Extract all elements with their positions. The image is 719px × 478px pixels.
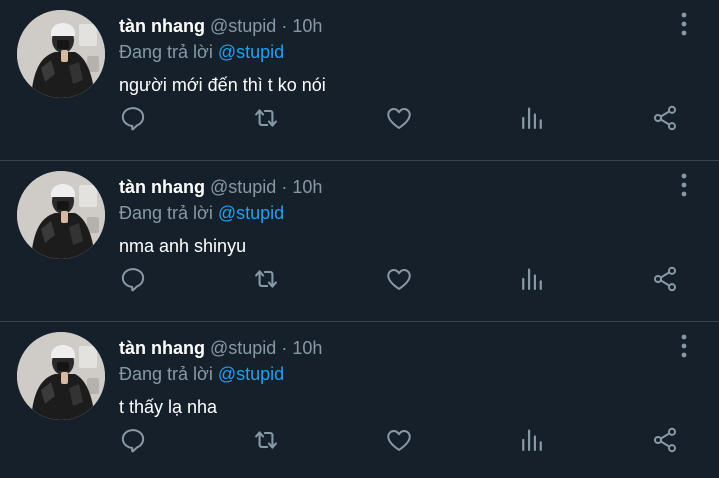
share-icon xyxy=(653,105,677,131)
separator: · xyxy=(281,177,288,197)
more-vertical-icon xyxy=(681,12,687,36)
more-vertical-icon xyxy=(681,334,687,358)
reply-mention-link[interactable]: @stupid xyxy=(218,364,284,384)
tweet-text: người mới đến thì t ko nói xyxy=(119,75,326,95)
reply-prefix: Đang trả lời xyxy=(119,364,213,384)
analytics-button[interactable] xyxy=(517,425,547,455)
more-button[interactable] xyxy=(672,10,696,38)
timestamp[interactable]: 10h xyxy=(292,177,322,197)
avatar-photo xyxy=(17,171,105,259)
reply-context: Đang trả lời @stupid xyxy=(119,41,284,63)
more-vertical-icon xyxy=(681,173,687,197)
share-button[interactable] xyxy=(650,425,680,455)
user-handle[interactable]: @stupid xyxy=(210,177,276,197)
reply-prefix: Đang trả lời xyxy=(119,42,213,62)
heart-icon xyxy=(387,430,411,451)
retweet-icon xyxy=(255,431,277,449)
analytics-icon xyxy=(522,429,542,452)
display-name[interactable]: tàn nhang xyxy=(119,177,205,197)
reply-mention-link[interactable]: @stupid xyxy=(218,42,284,62)
more-button[interactable] xyxy=(672,332,696,360)
retweet-button[interactable] xyxy=(251,264,281,294)
tweet[interactable]: tàn nhang @stupid · 10h Đang trả lời @st… xyxy=(0,161,719,322)
share-icon xyxy=(653,427,677,453)
tweet-header: tàn nhang @stupid · 10h xyxy=(119,176,322,198)
timestamp[interactable]: 10h xyxy=(292,16,322,36)
avatar[interactable] xyxy=(17,332,105,420)
heart-icon xyxy=(387,269,411,290)
share-button[interactable] xyxy=(650,103,680,133)
avatar-photo xyxy=(17,332,105,420)
heart-icon xyxy=(387,108,411,129)
like-button[interactable] xyxy=(384,264,414,294)
share-icon xyxy=(653,266,677,292)
like-button[interactable] xyxy=(384,103,414,133)
comment-icon xyxy=(121,429,145,453)
more-button[interactable] xyxy=(672,171,696,199)
analytics-button[interactable] xyxy=(517,103,547,133)
reply-prefix: Đang trả lời xyxy=(119,203,213,223)
tweet[interactable]: tàn nhang @stupid · 10h Đang trả lời @st… xyxy=(0,322,719,478)
timestamp[interactable]: 10h xyxy=(292,338,322,358)
retweet-button[interactable] xyxy=(251,425,281,455)
analytics-button[interactable] xyxy=(517,264,547,294)
separator: · xyxy=(281,338,288,358)
tweet-text: t thấy lạ nha xyxy=(119,397,218,417)
comment-icon xyxy=(121,107,145,131)
reply-button[interactable] xyxy=(118,264,148,294)
retweet-icon xyxy=(255,270,277,288)
reply-context: Đang trả lời @stupid xyxy=(119,202,284,224)
display-name[interactable]: tàn nhang xyxy=(119,16,205,36)
analytics-icon xyxy=(522,268,542,291)
reply-context: Đang trả lời @stupid xyxy=(119,363,284,385)
tweet-header: tàn nhang @stupid · 10h xyxy=(119,15,322,37)
separator: · xyxy=(281,16,288,36)
retweet-icon xyxy=(255,109,277,127)
avatar-photo xyxy=(17,10,105,98)
display-name[interactable]: tàn nhang xyxy=(119,338,205,358)
tweet[interactable]: tàn nhang @stupid · 10h Đang trả lời @st… xyxy=(0,0,719,161)
user-handle[interactable]: @stupid xyxy=(210,16,276,36)
comment-icon xyxy=(121,268,145,292)
retweet-button[interactable] xyxy=(251,103,281,133)
user-handle[interactable]: @stupid xyxy=(210,338,276,358)
reply-button[interactable] xyxy=(118,425,148,455)
reply-button[interactable] xyxy=(118,103,148,133)
like-button[interactable] xyxy=(384,425,414,455)
tweet-text: nma anh shinyu xyxy=(119,236,247,256)
share-button[interactable] xyxy=(650,264,680,294)
avatar[interactable] xyxy=(17,10,105,98)
reply-mention-link[interactable]: @stupid xyxy=(218,203,284,223)
analytics-icon xyxy=(522,107,542,130)
avatar[interactable] xyxy=(17,171,105,259)
tweet-header: tàn nhang @stupid · 10h xyxy=(119,337,322,359)
